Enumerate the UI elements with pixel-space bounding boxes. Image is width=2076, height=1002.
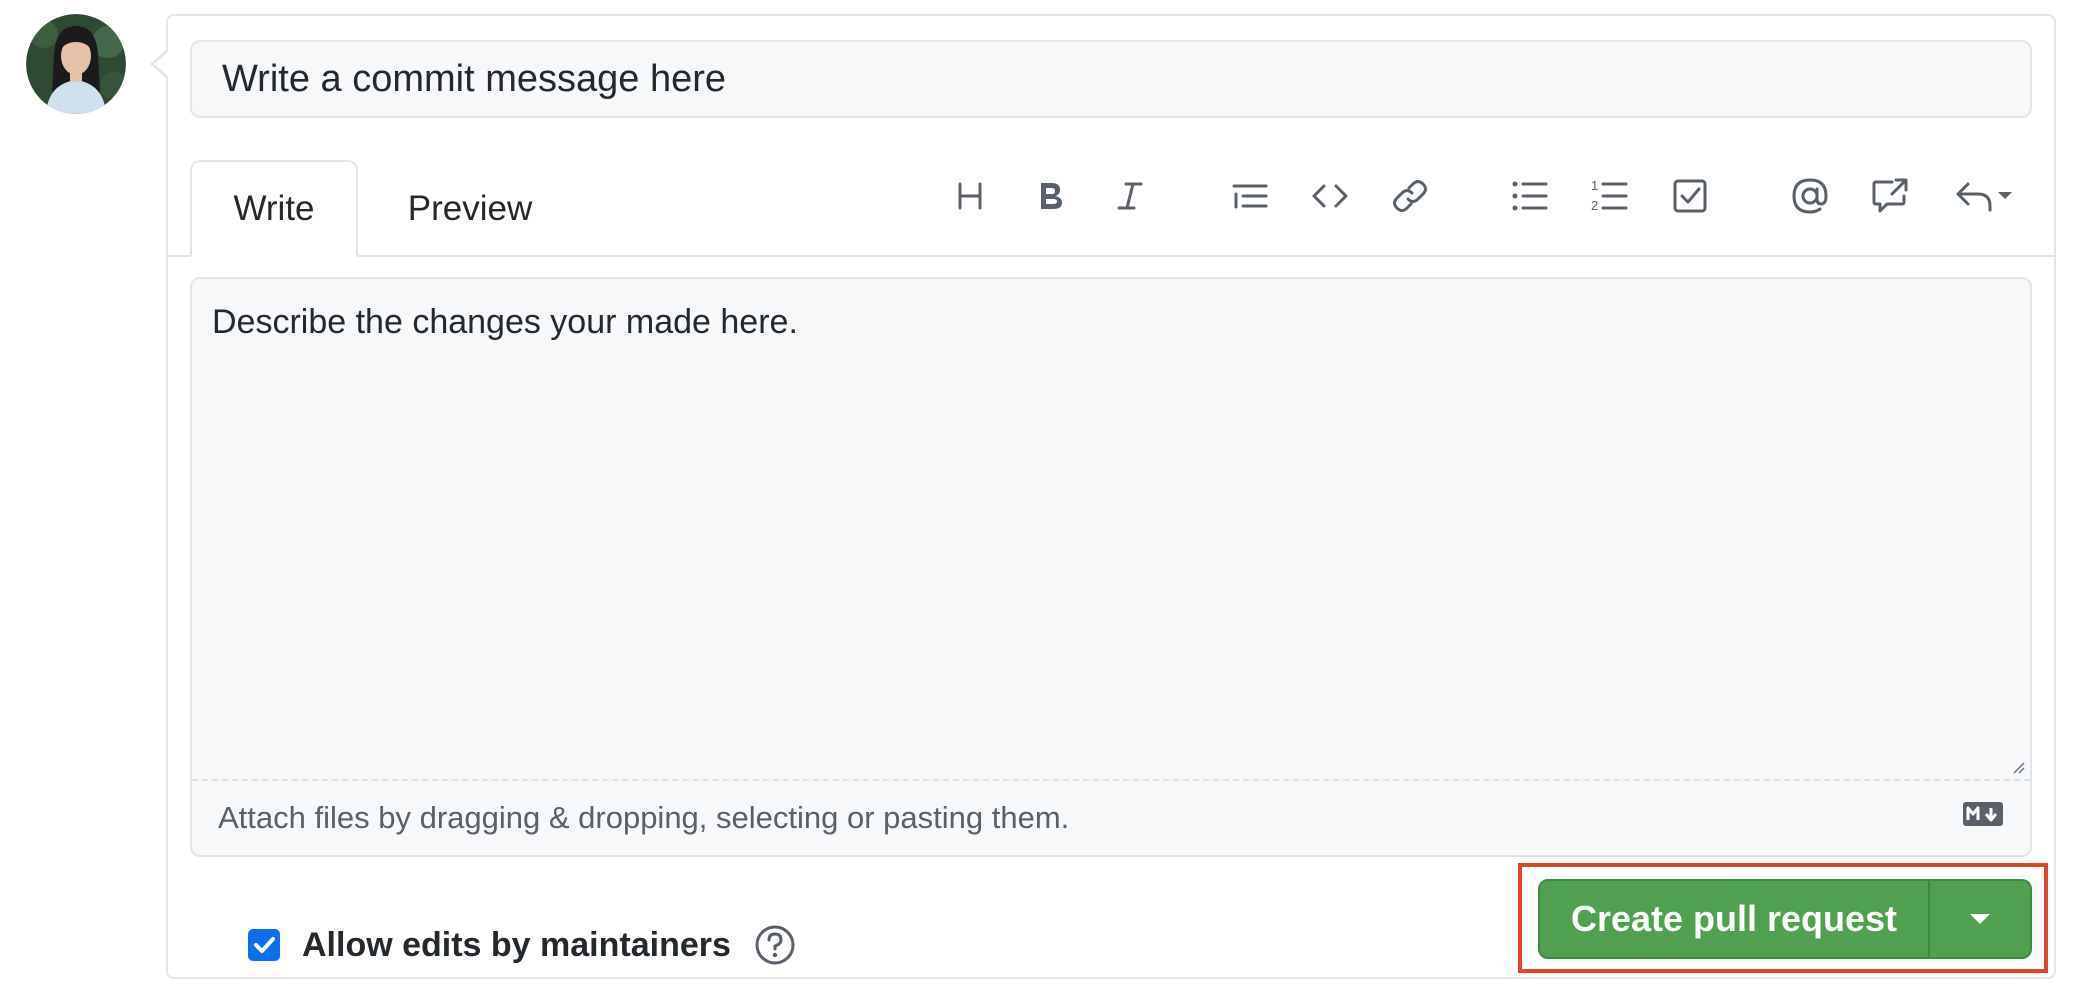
svg-text:1: 1 (1591, 178, 1598, 193)
help-icon[interactable] (754, 924, 796, 966)
task-list-button[interactable] (1664, 170, 1716, 222)
bold-icon (1041, 183, 1062, 209)
attach-files-text: Attach files by dragging & dropping, sel… (218, 800, 1070, 835)
commit-title-input[interactable] (190, 40, 2032, 118)
comment-arrow-fill (154, 52, 168, 76)
quote-icon (1232, 184, 1268, 209)
allow-edits-label: Allow edits by maintainers (302, 926, 731, 964)
create-options-dropdown[interactable] (1928, 879, 2032, 959)
unordered-list-button[interactable] (1504, 170, 1556, 222)
caret-down-icon (1970, 914, 1990, 924)
comment-editor: Attach files by dragging & dropping, sel… (190, 277, 2032, 857)
tab-preview-label: Preview (407, 188, 533, 228)
link-button[interactable] (1384, 170, 1436, 222)
attach-files-bar[interactable]: Attach files by dragging & dropping, sel… (192, 779, 2030, 855)
svg-text:2: 2 (1591, 198, 1598, 213)
tab-write-label: Write (233, 188, 315, 228)
link-icon (1393, 180, 1427, 212)
mention-icon (1792, 178, 1828, 214)
code-button[interactable] (1304, 170, 1356, 222)
reply-icon (1956, 182, 2012, 212)
heading-button[interactable] (944, 170, 996, 222)
avatar-image (26, 14, 126, 114)
checkmark-icon (254, 937, 275, 953)
heading-icon (958, 182, 982, 210)
create-pull-request-button[interactable]: Create pull request (1538, 879, 1930, 959)
cross-reference-button[interactable] (1864, 170, 1916, 222)
tab-preview[interactable]: Preview (380, 160, 560, 257)
italic-button[interactable] (1104, 170, 1156, 222)
bold-button[interactable] (1024, 170, 1076, 222)
user-avatar (26, 14, 126, 114)
code-icon (1312, 184, 1348, 208)
unordered-list-icon (1512, 181, 1548, 211)
tab-write[interactable]: Write (190, 160, 358, 257)
resize-handle-icon[interactable] (2010, 759, 2026, 775)
task-list-icon (1673, 179, 1707, 213)
italic-icon (1117, 182, 1143, 210)
create-pull-request-label: Create pull request (1570, 898, 1898, 939)
allow-edits-checkbox[interactable] (248, 929, 280, 961)
mention-button[interactable] (1784, 170, 1836, 222)
ordered-list-button[interactable]: 1 2 (1584, 170, 1636, 222)
cross-reference-icon (1872, 178, 1908, 213)
ordered-list-icon: 1 2 (1591, 178, 1628, 213)
comment-body-textarea[interactable] (192, 279, 2030, 779)
markdown-icon[interactable] (1962, 801, 2004, 827)
quote-button[interactable] (1224, 170, 1276, 222)
reply-button[interactable] (1944, 170, 2024, 222)
